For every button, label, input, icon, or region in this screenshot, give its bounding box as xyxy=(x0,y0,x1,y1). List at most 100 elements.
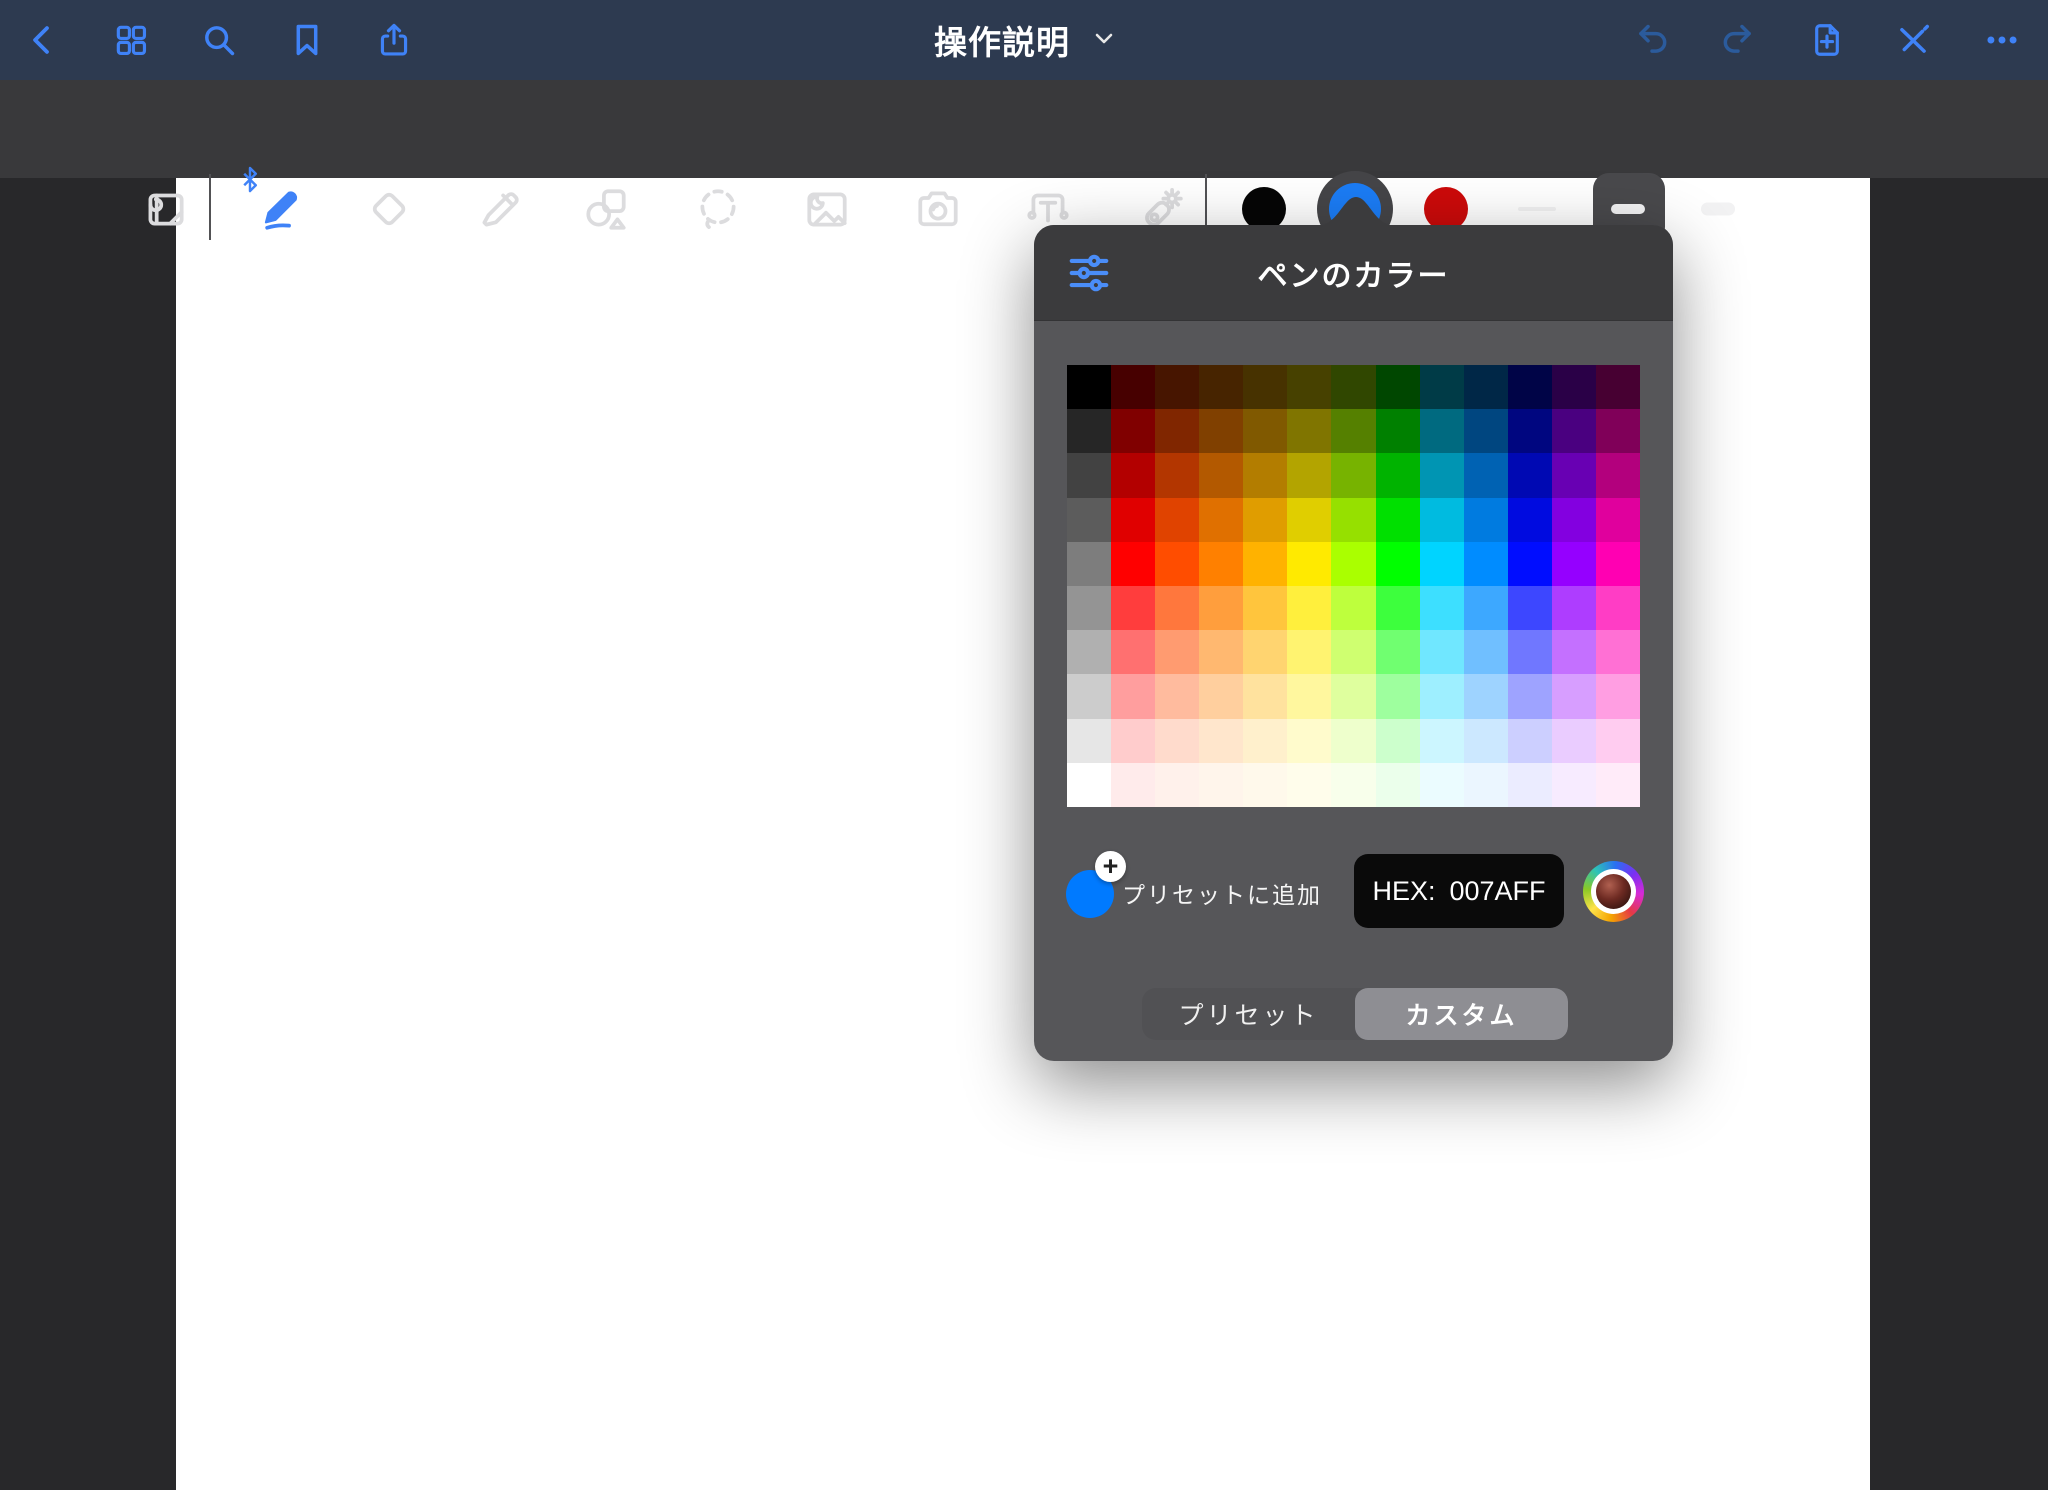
back-icon[interactable] xyxy=(21,18,65,62)
color-cell[interactable] xyxy=(1508,719,1552,763)
color-cell[interactable] xyxy=(1420,453,1464,497)
color-cell[interactable] xyxy=(1552,630,1596,674)
color-cell[interactable] xyxy=(1596,763,1640,807)
color-cell[interactable] xyxy=(1155,542,1199,586)
image-tool-icon[interactable] xyxy=(798,180,856,238)
color-cell[interactable] xyxy=(1376,763,1420,807)
color-cell[interactable] xyxy=(1596,365,1640,409)
color-cell[interactable] xyxy=(1508,409,1552,453)
color-cell[interactable] xyxy=(1552,365,1596,409)
color-cell[interactable] xyxy=(1243,542,1287,586)
color-cell[interactable] xyxy=(1508,365,1552,409)
color-cell[interactable] xyxy=(1596,674,1640,718)
color-cell[interactable] xyxy=(1155,498,1199,542)
color-cell[interactable] xyxy=(1111,630,1155,674)
shapes-tool-icon[interactable] xyxy=(577,180,635,238)
color-cell[interactable] xyxy=(1376,542,1420,586)
color-cell[interactable] xyxy=(1508,763,1552,807)
color-cell[interactable] xyxy=(1420,586,1464,630)
color-cell[interactable] xyxy=(1420,498,1464,542)
color-cell[interactable] xyxy=(1376,365,1420,409)
color-cell[interactable] xyxy=(1199,365,1243,409)
color-cell[interactable] xyxy=(1287,409,1331,453)
color-cell[interactable] xyxy=(1552,586,1596,630)
color-cell[interactable] xyxy=(1155,453,1199,497)
color-cell[interactable] xyxy=(1331,498,1375,542)
color-cell[interactable] xyxy=(1596,542,1640,586)
color-cell[interactable] xyxy=(1552,763,1596,807)
color-cell[interactable] xyxy=(1287,719,1331,763)
stroke-medium-button[interactable] xyxy=(1611,204,1645,214)
color-cell[interactable] xyxy=(1331,630,1375,674)
color-cell[interactable] xyxy=(1111,453,1155,497)
color-cell[interactable] xyxy=(1111,763,1155,807)
color-cell[interactable] xyxy=(1111,498,1155,542)
add-preset-label[interactable]: プリセットに追加 xyxy=(1122,876,1322,910)
color-cell[interactable] xyxy=(1243,453,1287,497)
share-icon[interactable] xyxy=(372,18,416,62)
color-cell[interactable] xyxy=(1596,453,1640,497)
tab-custom[interactable]: カスタム xyxy=(1355,988,1568,1040)
color-cell[interactable] xyxy=(1111,586,1155,630)
undo-icon[interactable] xyxy=(1630,18,1674,62)
color-cell[interactable] xyxy=(1243,674,1287,718)
color-cell[interactable] xyxy=(1420,409,1464,453)
color-cell[interactable] xyxy=(1464,453,1508,497)
color-cell[interactable] xyxy=(1552,674,1596,718)
color-cell[interactable] xyxy=(1067,453,1111,497)
color-cell[interactable] xyxy=(1199,409,1243,453)
color-cell[interactable] xyxy=(1464,542,1508,586)
color-cell[interactable] xyxy=(1376,498,1420,542)
color-cell[interactable] xyxy=(1508,630,1552,674)
color-cell[interactable] xyxy=(1376,409,1420,453)
thumbnails-icon[interactable] xyxy=(109,18,153,62)
color-cell[interactable] xyxy=(1243,763,1287,807)
color-cell[interactable] xyxy=(1420,630,1464,674)
color-cell[interactable] xyxy=(1067,542,1111,586)
color-cell[interactable] xyxy=(1111,409,1155,453)
color-cell[interactable] xyxy=(1067,586,1111,630)
color-cell[interactable] xyxy=(1596,719,1640,763)
color-cell[interactable] xyxy=(1464,674,1508,718)
color-cell[interactable] xyxy=(1331,453,1375,497)
color-cell[interactable] xyxy=(1508,674,1552,718)
color-cell[interactable] xyxy=(1067,719,1111,763)
document-view-icon[interactable] xyxy=(136,180,194,238)
color-cell[interactable] xyxy=(1464,630,1508,674)
highlighter-tool-icon[interactable] xyxy=(471,180,529,238)
color-cell[interactable] xyxy=(1552,453,1596,497)
color-cell[interactable] xyxy=(1111,365,1155,409)
color-cell[interactable] xyxy=(1243,586,1287,630)
hex-value-field[interactable]: HEX: 007AFF xyxy=(1354,854,1564,928)
color-cell[interactable] xyxy=(1243,719,1287,763)
color-cell[interactable] xyxy=(1376,719,1420,763)
color-cell[interactable] xyxy=(1596,630,1640,674)
lasso-tool-icon[interactable] xyxy=(689,180,747,238)
color-cell[interactable] xyxy=(1243,409,1287,453)
color-cell[interactable] xyxy=(1464,365,1508,409)
color-cell[interactable] xyxy=(1287,630,1331,674)
color-cell[interactable] xyxy=(1464,763,1508,807)
color-cell[interactable] xyxy=(1199,586,1243,630)
color-cell[interactable] xyxy=(1199,763,1243,807)
stroke-thin-button[interactable] xyxy=(1518,207,1556,211)
color-cell[interactable] xyxy=(1331,542,1375,586)
color-wheel-icon[interactable] xyxy=(1583,861,1644,922)
stylus-mode-icon[interactable] xyxy=(1891,18,1935,62)
color-cell[interactable] xyxy=(1287,365,1331,409)
color-cell[interactable] xyxy=(1464,586,1508,630)
color-cell[interactable] xyxy=(1067,365,1111,409)
document-title-button[interactable]: 操作説明 xyxy=(934,16,1114,64)
color-cell[interactable] xyxy=(1243,630,1287,674)
color-cell[interactable] xyxy=(1508,453,1552,497)
color-cell[interactable] xyxy=(1111,542,1155,586)
color-cell[interactable] xyxy=(1155,586,1199,630)
color-cell[interactable] xyxy=(1287,542,1331,586)
color-cell[interactable] xyxy=(1464,719,1508,763)
color-cell[interactable] xyxy=(1331,409,1375,453)
stroke-thick-button[interactable] xyxy=(1701,203,1735,216)
color-cell[interactable] xyxy=(1067,630,1111,674)
more-icon[interactable] xyxy=(1980,18,2024,62)
color-cell[interactable] xyxy=(1155,763,1199,807)
color-cell[interactable] xyxy=(1331,719,1375,763)
